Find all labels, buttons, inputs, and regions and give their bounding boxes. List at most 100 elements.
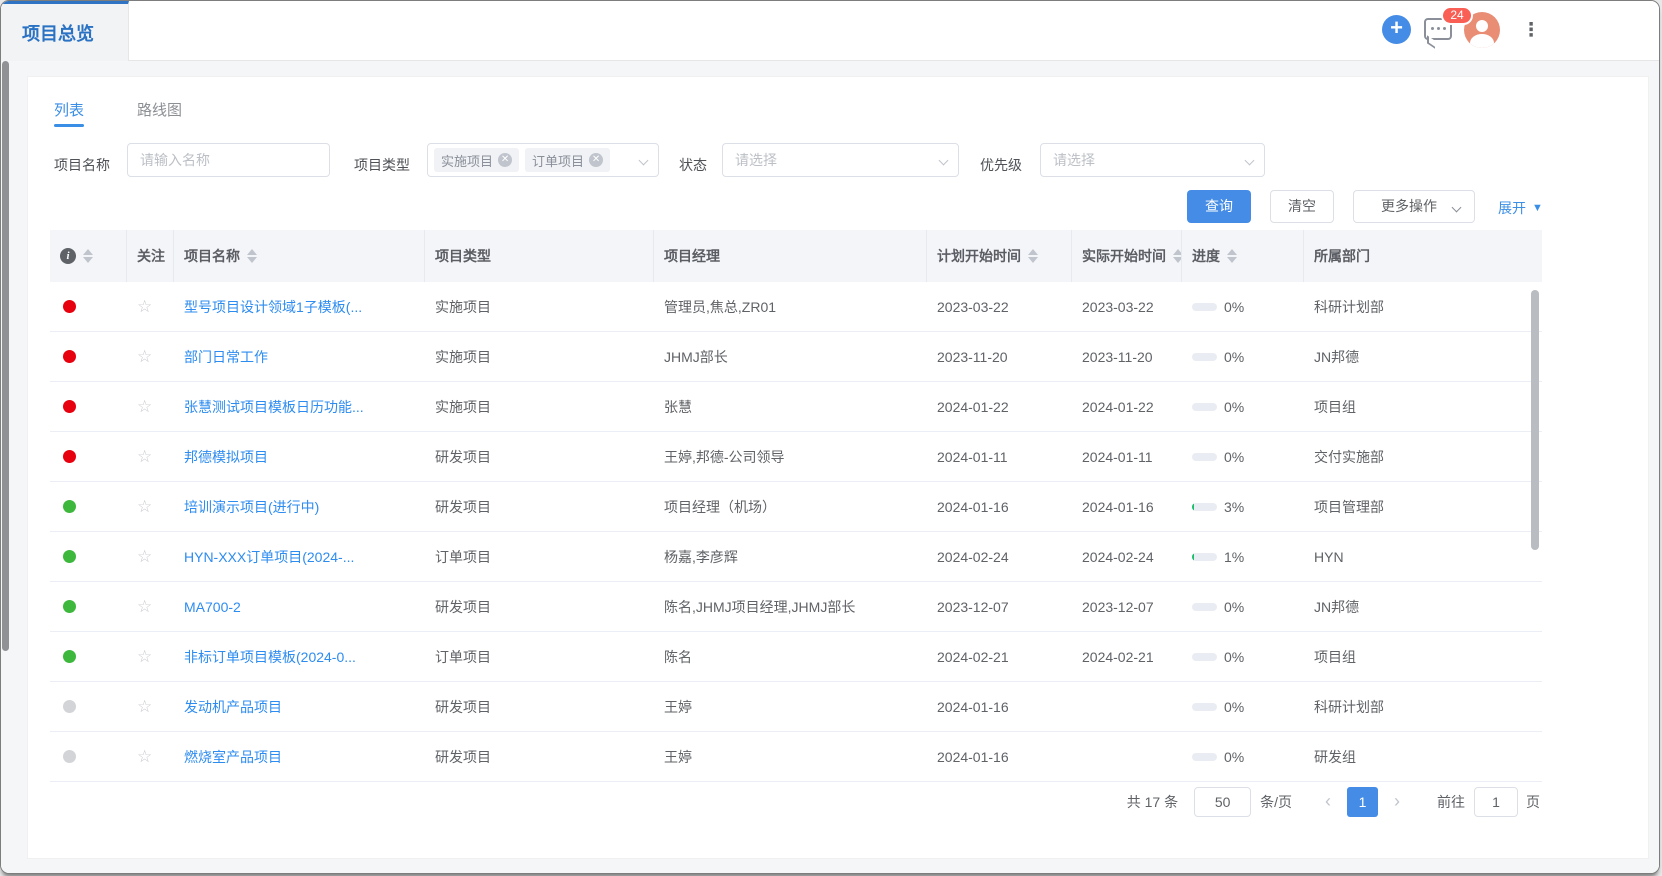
priority-label: 优先级 xyxy=(980,149,1022,181)
table-scrollbar[interactable] xyxy=(1531,290,1539,550)
status-cell xyxy=(50,432,127,481)
project-name-link[interactable]: 型号项目设计领域1子模板(... xyxy=(184,297,362,317)
tab-list[interactable]: 列表 xyxy=(54,99,84,120)
progress-label: 1% xyxy=(1224,549,1244,565)
tag-close-icon[interactable]: ✕ xyxy=(589,153,603,167)
project-name-cell: 邦德模拟项目 xyxy=(174,432,425,481)
page: 列表 路线图 项目名称 项目类型 实施项目 ✕ 订单项目 ✕ 状态 请选择 xyxy=(1,61,1659,873)
status-cell xyxy=(50,532,127,581)
projects-table: i 关注 项目名称 项目类型 项目经理 计划开始时间 实际 xyxy=(50,230,1542,782)
department-cell: 项目组 xyxy=(1304,632,1542,681)
project-name-cell: 燃烧室产品项目 xyxy=(174,732,425,781)
project-name-link[interactable]: 邦德模拟项目 xyxy=(184,447,268,467)
project-name-link[interactable]: 非标订单项目模板(2024-0... xyxy=(184,647,356,667)
prev-page-button[interactable]: ‹ xyxy=(1314,787,1342,817)
status-select[interactable]: 请选择 xyxy=(722,143,959,177)
department-cell: 交付实施部 xyxy=(1304,432,1542,481)
plan-start-cell: 2024-01-16 xyxy=(927,682,1072,731)
goto-page-input[interactable] xyxy=(1474,787,1518,817)
star-icon[interactable]: ☆ xyxy=(137,448,152,465)
progress-cell: 3% xyxy=(1182,482,1304,531)
project-name-link[interactable]: HYN-XXX订单项目(2024-... xyxy=(184,547,354,567)
table-body: ☆型号项目设计领域1子模板(...实施项目管理员,焦总,ZR012023-03-… xyxy=(50,282,1542,782)
sort-control[interactable] xyxy=(83,249,93,263)
project-name-cell: 非标订单项目模板(2024-0... xyxy=(174,632,425,681)
search-button[interactable]: 查询 xyxy=(1187,190,1251,223)
more-menu-icon[interactable]: ⋮ xyxy=(1521,19,1541,45)
window-tab-project-overview[interactable]: 项目总览 xyxy=(1,1,129,61)
progress-cell: 0% xyxy=(1182,582,1304,631)
project-type-label: 项目类型 xyxy=(354,149,410,181)
expand-link[interactable]: 展开 ▼ xyxy=(1498,198,1543,218)
plan-start-cell: 2024-01-16 xyxy=(927,482,1072,531)
add-button[interactable]: + xyxy=(1382,15,1411,44)
active-tab-underline xyxy=(54,124,84,127)
table-row: ☆型号项目设计领域1子模板(...实施项目管理员,焦总,ZR012023-03-… xyxy=(50,282,1542,332)
star-icon[interactable]: ☆ xyxy=(137,648,152,665)
actual-start-cell xyxy=(1072,732,1182,781)
project-name-link[interactable]: 燃烧室产品项目 xyxy=(184,747,282,767)
progress-label: 0% xyxy=(1224,299,1244,315)
status-cell xyxy=(50,682,127,731)
project-name-link[interactable]: 部门日常工作 xyxy=(184,347,268,367)
department-cell: JN邦德 xyxy=(1304,582,1542,631)
project-name-link[interactable]: MA700-2 xyxy=(184,599,241,615)
progress-cell: 0% xyxy=(1182,632,1304,681)
next-page-button[interactable]: › xyxy=(1383,787,1411,817)
sort-control[interactable] xyxy=(1028,249,1038,263)
header-status: i xyxy=(50,230,127,282)
star-icon[interactable]: ☆ xyxy=(137,598,152,615)
manager-cell: 陈名,JHMJ项目经理,JHMJ部长 xyxy=(654,582,927,631)
star-icon[interactable]: ☆ xyxy=(137,398,152,415)
status-dot xyxy=(63,600,76,613)
clear-button[interactable]: 清空 xyxy=(1270,190,1334,223)
project-type-select[interactable]: 实施项目 ✕ 订单项目 ✕ xyxy=(427,143,659,177)
progress-bar xyxy=(1192,553,1217,561)
tab-roadmap[interactable]: 路线图 xyxy=(137,99,182,120)
manager-cell: JHMJ部长 xyxy=(654,332,927,381)
project-name-link[interactable]: 培训演示项目(进行中) xyxy=(184,497,319,517)
table-row: ☆发动机产品项目研发项目王婷2024-01-160%科研计划部 xyxy=(50,682,1542,732)
header-actual-start: 实际开始时间 xyxy=(1072,230,1182,282)
page-size-input[interactable] xyxy=(1194,787,1251,817)
sort-control[interactable] xyxy=(1173,249,1182,263)
type-tag-2: 订单项目 ✕ xyxy=(525,148,610,172)
header-plan-start: 计划开始时间 xyxy=(927,230,1072,282)
current-page-button[interactable]: 1 xyxy=(1347,787,1378,817)
project-name-cell: 发动机产品项目 xyxy=(174,682,425,731)
page-scrollbar[interactable] xyxy=(2,61,9,651)
follow-cell: ☆ xyxy=(127,332,174,381)
star-icon[interactable]: ☆ xyxy=(137,548,152,565)
project-name-input[interactable] xyxy=(127,143,330,177)
manager-cell: 张慧 xyxy=(654,382,927,431)
project-type-cell: 实施项目 xyxy=(425,382,654,431)
status-label: 状态 xyxy=(679,149,707,181)
progress-bar xyxy=(1192,453,1217,461)
project-name-link[interactable]: 张慧测试项目模板日历功能... xyxy=(184,397,364,417)
project-name-cell: 型号项目设计领域1子模板(... xyxy=(174,282,425,331)
table-row: ☆燃烧室产品项目研发项目王婷2024-01-160%研发组 xyxy=(50,732,1542,782)
sort-control[interactable] xyxy=(247,249,257,263)
chevron-down-icon xyxy=(939,156,949,166)
project-type-cell: 订单项目 xyxy=(425,632,654,681)
priority-select[interactable]: 请选择 xyxy=(1040,143,1265,177)
project-type-cell: 研发项目 xyxy=(425,432,654,481)
star-icon[interactable]: ☆ xyxy=(137,348,152,365)
more-actions-button[interactable]: 更多操作 xyxy=(1353,190,1475,223)
user-icon xyxy=(1476,20,1488,32)
table-row: ☆非标订单项目模板(2024-0...订单项目陈名2024-02-212024-… xyxy=(50,632,1542,682)
pagination: 共 17 条 条/页 ‹ 1 › 前往 页 xyxy=(1127,787,1540,817)
manager-cell: 项目经理（机场） xyxy=(654,482,927,531)
progress-bar xyxy=(1192,503,1217,511)
star-icon[interactable]: ☆ xyxy=(137,748,152,765)
actual-start-cell xyxy=(1072,682,1182,731)
follow-cell: ☆ xyxy=(127,632,174,681)
star-icon[interactable]: ☆ xyxy=(137,298,152,315)
tag-close-icon[interactable]: ✕ xyxy=(498,153,512,167)
actual-start-cell: 2023-03-22 xyxy=(1072,282,1182,331)
star-icon[interactable]: ☆ xyxy=(137,698,152,715)
sort-control[interactable] xyxy=(1227,249,1237,263)
star-icon[interactable]: ☆ xyxy=(137,498,152,515)
project-name-link[interactable]: 发动机产品项目 xyxy=(184,697,282,717)
topbar: 项目总览 + 24 ⋮ xyxy=(1,1,1659,61)
